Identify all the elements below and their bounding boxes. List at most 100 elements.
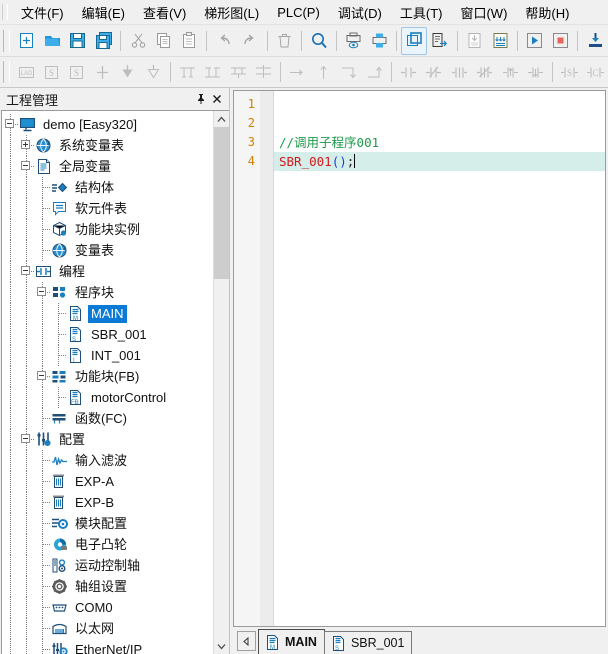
menu-debug[interactable]: 调试(D) [329,0,391,25]
corner-down-icon[interactable] [336,58,361,86]
coil-set-icon[interactable]: S [557,58,582,86]
paste-icon[interactable] [177,27,203,55]
rung-merge-icon[interactable] [226,58,251,86]
code-line[interactable] [274,114,605,133]
search-icon[interactable] [306,27,332,55]
menu-help[interactable]: 帮助(H) [516,0,578,25]
tree-expander-minus[interactable] [34,366,50,387]
pin-icon[interactable] [193,91,209,107]
cut-icon[interactable] [125,27,151,55]
insert-below-icon[interactable] [115,58,140,86]
tree-node-exp-b[interactable]: EXP-B [2,492,213,513]
tree-node-ethernet[interactable]: 以太网 [2,618,213,639]
scrollbar-thumb[interactable] [214,127,229,279]
tree-node-demo[interactable]: demo [Easy320] [2,114,213,135]
tree-node-struct[interactable]: 结构体 [2,177,213,198]
editor-margin-strip[interactable] [260,91,274,626]
corner-up-icon[interactable] [362,58,387,86]
tree-node-var-table[interactable]: 变量表 [2,240,213,261]
tree-node-device-table[interactable]: 软元件表 [2,198,213,219]
tree-node-fc[interactable]: 函数(FC) [2,408,213,429]
code-content[interactable]: //调用子程序001 SBR_001(); [274,91,605,626]
tree-node-com0[interactable]: COM0 [2,597,213,618]
insert-above-icon[interactable] [140,58,165,86]
code-editor[interactable]: 1 2 3 4 //调用子程序001 SBR_001(); [233,90,606,627]
close-icon[interactable] [209,91,225,107]
rung-parallel-icon[interactable] [200,58,225,86]
tree-node-module-config[interactable]: 模块配置 [2,513,213,534]
menu-ladder[interactable]: 梯形图(L) [195,0,268,25]
tree-node-input-filter[interactable]: 输入滤波 [2,450,213,471]
menu-window[interactable]: 窗口(W) [451,0,516,25]
toolbar-grip[interactable] [3,29,11,52]
project-tree[interactable]: demo [Easy320] 系统变量表 全局变量 结构体 软元件表 功能块实例 变量表 编程… [2,111,213,654]
tab-sbr-001[interactable]: S SBR_001 [323,631,413,654]
menu-tools[interactable]: 工具(T) [391,0,452,25]
menubar-grip[interactable] [2,4,8,20]
menu-view[interactable]: 查看(V) [134,0,195,25]
scroll-up-arrow[interactable] [214,111,229,127]
scrollbar-track[interactable] [214,127,229,638]
sfc-mode-icon[interactable]: S [64,58,89,86]
tree-node-main[interactable]: M MAIN [2,303,213,324]
contact-no-icon[interactable] [396,58,421,86]
compile-all-icon[interactable] [401,26,427,55]
tab-main[interactable]: M MAIN [258,629,325,654]
contact-falling-icon[interactable] [523,58,548,86]
copy-icon[interactable] [151,27,177,55]
print-icon[interactable] [367,27,393,55]
tree-node-system-vars[interactable]: 系统变量表 [2,135,213,156]
ladder-toolbar-grip[interactable] [3,61,11,83]
upload-icon[interactable] [462,27,488,55]
tree-node-config[interactable]: 配置 [2,429,213,450]
tree-node-program-blocks[interactable]: 程序块 [2,282,213,303]
delete-icon[interactable] [272,27,298,55]
rung-split-icon[interactable] [251,58,276,86]
tree-expander-plus[interactable] [18,135,34,156]
undo-icon[interactable] [211,27,237,55]
download-icon[interactable] [487,27,513,55]
code-line[interactable]: SBR_001(); [274,152,605,171]
save-icon[interactable] [65,27,91,55]
insert-row-icon[interactable] [90,58,115,86]
lad-mode-icon[interactable]: LAD [13,58,38,86]
tree-expander-minus[interactable] [18,429,34,450]
tree-node-programming[interactable]: 编程 [2,261,213,282]
scroll-down-arrow[interactable] [214,638,229,654]
print-preview-icon[interactable] [341,27,367,55]
tree-node-ethernet-ip[interactable]: EtherNet/IP [2,639,213,654]
tree-node-ecam[interactable]: 电子凸轮 [2,534,213,555]
code-line[interactable] [274,95,605,114]
vertical-line-icon[interactable] [311,58,336,86]
menu-file[interactable]: 文件(F) [12,0,73,25]
tree-expander-minus[interactable] [18,156,34,177]
rung-branch-icon[interactable] [175,58,200,86]
stop-icon[interactable] [548,27,574,55]
redo-icon[interactable] [237,27,263,55]
tree-node-fb[interactable]: 功能块(FB) [2,366,213,387]
tree-expander-minus[interactable] [2,114,18,135]
horizontal-line-icon[interactable] [285,58,310,86]
coil-reset-icon[interactable]: C [583,58,608,86]
tree-node-int-001[interactable]: I INT_001 [2,345,213,366]
tree-expander-minus[interactable] [18,261,34,282]
tree-node-fb-instance[interactable]: 功能块实例 [2,219,213,240]
run-icon[interactable] [522,27,548,55]
tree-node-global-vars[interactable]: 全局变量 [2,156,213,177]
menu-plc[interactable]: PLC(P) [268,2,329,23]
code-line[interactable]: //调用子程序001 [274,133,605,152]
nav-left-icon[interactable] [237,631,256,651]
menu-edit[interactable]: 编辑(E) [73,0,134,25]
tree-node-sbr-001[interactable]: S SBR_001 [2,324,213,345]
open-folder-icon[interactable] [39,27,65,55]
tree-expander-minus[interactable] [34,282,50,303]
contact-nc-icon[interactable] [421,58,446,86]
tree-node-exp-a[interactable]: EXP-A [2,471,213,492]
contact-nc2-icon[interactable] [472,58,497,86]
tree-node-axis-group[interactable]: 轴组设置 [2,576,213,597]
stl-mode-icon[interactable]: S [39,58,64,86]
new-file-icon[interactable] [13,27,39,55]
project-tree-scrollbar[interactable] [213,111,229,654]
tree-node-motion-axis[interactable]: 运动控制轴 [2,555,213,576]
compile-icon[interactable] [427,27,453,55]
